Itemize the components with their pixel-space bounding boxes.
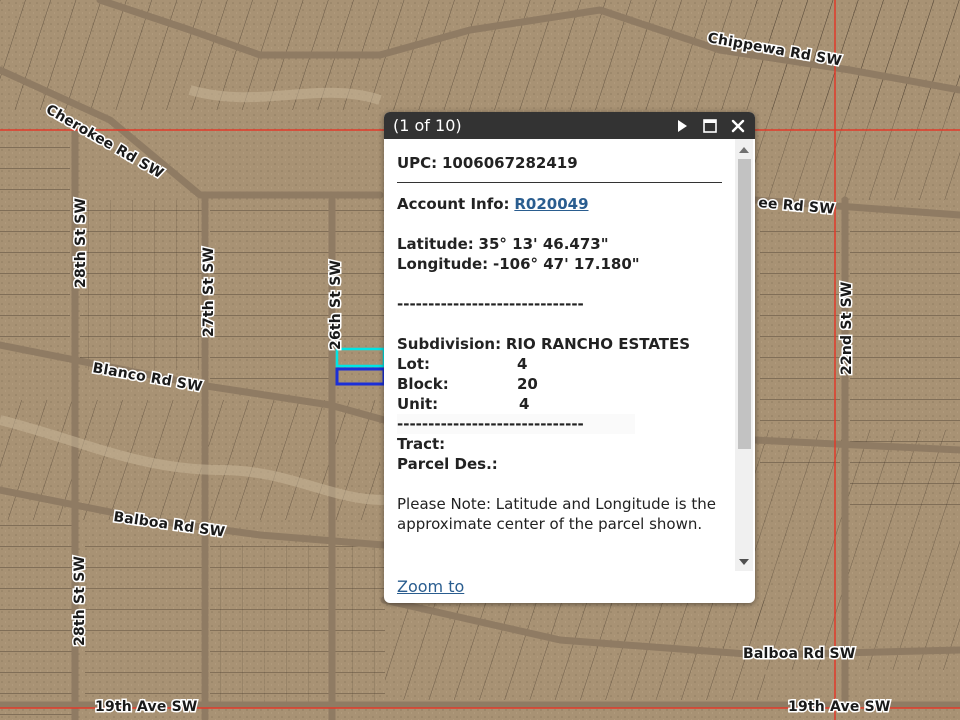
road-label-22nd-st: 22nd St SW <box>839 281 855 375</box>
unit-row: Unit: 4 <box>397 394 722 414</box>
account-line: Account Info: R020049 <box>397 194 722 214</box>
block-value: 20 <box>517 375 538 393</box>
subdivision-line: Subdivision: RIO RANCHO ESTATES <box>397 334 722 354</box>
close-button[interactable] <box>727 115 749 137</box>
account-link[interactable]: R020049 <box>514 195 588 213</box>
tract-label: Tract: <box>397 435 446 453</box>
subdivision-value: RIO RANCHO ESTATES <box>505 335 691 353</box>
road-label-27th-st: 27th St SW <box>201 247 217 337</box>
play-icon <box>678 119 687 132</box>
latitude-label: Latitude: <box>397 235 474 253</box>
road-label-28th-st-bottom: 28th St SW <box>72 556 88 646</box>
lot-value: 4 <box>517 355 528 373</box>
latitude-value: 35° 13' 46.473" <box>478 235 609 253</box>
scroll-up-icon[interactable] <box>739 147 749 153</box>
upc-value: 1006067282419 <box>441 154 578 172</box>
lot-label: Lot: <box>397 355 431 373</box>
popup-scrollbar[interactable] <box>735 139 753 571</box>
longitude-value: -106° 47' 17.180" <box>492 255 640 273</box>
road-label-19th-ave-left: 19th Ave SW <box>95 699 198 715</box>
parcel-popup: (1 of 10) UPC: 1006067282419 Account Inf… <box>384 112 755 603</box>
latitude-line: Latitude: 35° 13' 46.473" <box>397 234 722 254</box>
subdivision-label: Subdivision: <box>397 335 502 353</box>
road-label-28th-st-top: 28th St SW <box>73 198 89 288</box>
dash-separator-2: ------------------------------ <box>397 414 635 434</box>
dash-separator: ------------------------------ <box>397 295 584 313</box>
scroll-thumb[interactable] <box>738 159 751 449</box>
block-label: Block: <box>397 375 449 393</box>
road-label-balboa-right: Balboa Rd SW <box>743 646 855 662</box>
upc-label: UPC: <box>397 154 438 172</box>
upc-line: UPC: 1006067282419 <box>397 153 722 173</box>
maximize-icon <box>703 118 717 133</box>
scroll-down-icon[interactable] <box>739 559 749 565</box>
location-note: Please Note: Latitude and Longitude is t… <box>397 495 717 533</box>
longitude-line: Longitude: -106° 47' 17.180" <box>397 254 722 274</box>
unit-value: 4 <box>519 395 530 413</box>
zoom-to-link[interactable]: Zoom to <box>397 577 464 596</box>
popup-title: (1 of 10) <box>393 116 462 135</box>
lot-row: Lot: 4 <box>397 354 722 374</box>
longitude-label: Longitude: <box>397 255 489 273</box>
next-feature-button[interactable] <box>671 115 693 137</box>
maximize-button[interactable] <box>699 115 721 137</box>
popup-header: (1 of 10) <box>384 112 755 139</box>
unit-label: Unit: <box>397 395 439 413</box>
divider <box>397 182 722 183</box>
close-icon <box>731 119 745 132</box>
road-label-19th-ave-right: 19th Ave SW <box>788 699 891 715</box>
parcel-des-label: Parcel Des.: <box>397 455 498 473</box>
account-label: Account Info: <box>397 195 510 213</box>
block-row: Block: 20 <box>397 374 722 394</box>
popup-content: UPC: 1006067282419 Account Info: R020049… <box>384 139 735 603</box>
road-label-26th-st: 26th St SW <box>328 260 344 350</box>
